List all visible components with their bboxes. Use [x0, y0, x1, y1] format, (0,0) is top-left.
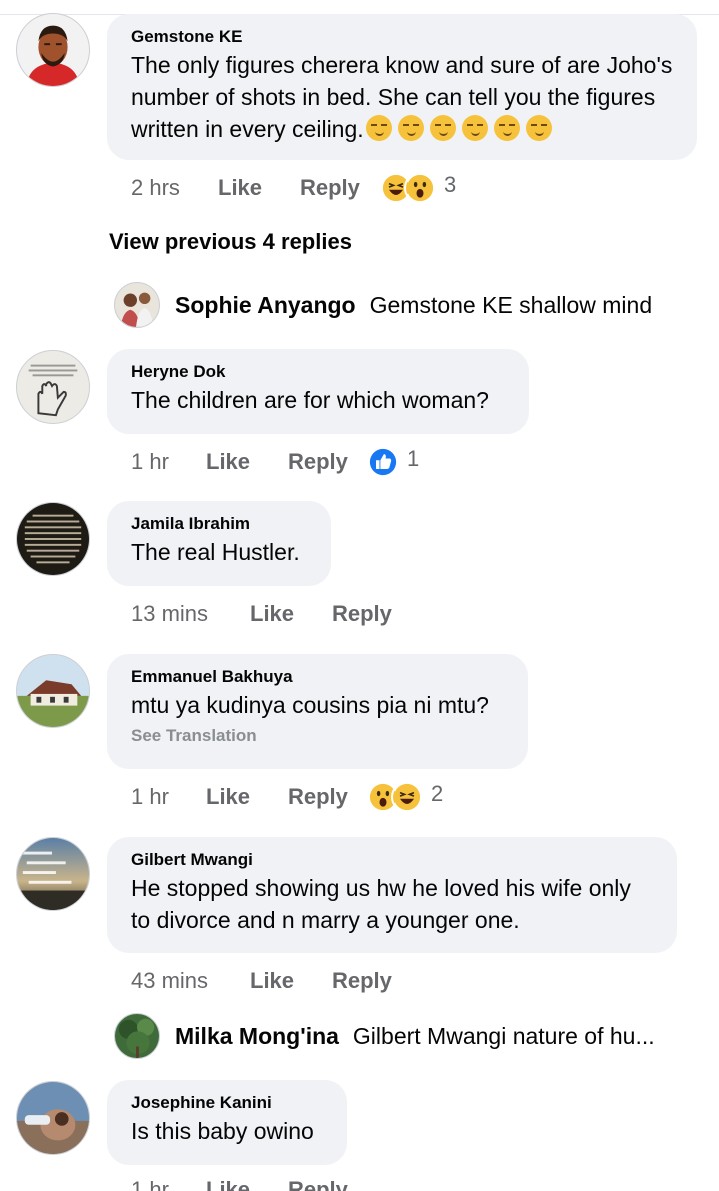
comment-author[interactable]: Emmanuel Bakhuya	[131, 667, 504, 687]
reaction-summary[interactable]: 2	[367, 781, 443, 813]
comment-author[interactable]: Josephine Kanini	[131, 1093, 323, 1113]
like-button[interactable]: Like	[206, 449, 288, 475]
reply-preview[interactable]: Milka Mong'ina Gilbert Mwangi nature of …	[114, 1013, 674, 1059]
avatar[interactable]	[114, 282, 160, 328]
comment-actions: 1 hr Like Reply 1	[131, 446, 419, 478]
smirk-face-icon	[429, 115, 456, 141]
haha-reaction-icon	[391, 781, 423, 813]
reply-button[interactable]: Reply	[288, 449, 367, 475]
like-button[interactable]: Like	[218, 175, 300, 201]
comment-text: mtu ya kudinya cousins pia ni mtu?	[131, 692, 489, 718]
comment-author[interactable]: Gemstone KE	[131, 27, 673, 47]
like-button[interactable]: Like	[206, 1177, 288, 1191]
smirk-face-icon	[365, 115, 392, 141]
reaction-count: 3	[444, 172, 457, 197]
comment-author[interactable]: Gilbert Mwangi	[131, 850, 653, 870]
reaction-summary[interactable]: 1	[367, 446, 419, 478]
avatar[interactable]	[16, 1081, 90, 1155]
reply-preview[interactable]: Sophie Anyango Gemstone KE shallow mind	[114, 282, 652, 328]
reply-button[interactable]: Reply	[300, 175, 380, 201]
comment-author[interactable]: Jamila Ibrahim	[131, 514, 307, 534]
comment-bubble[interactable]: Josephine Kanini Is this baby owino	[107, 1080, 347, 1165]
like-reaction-icon	[367, 446, 399, 478]
wow-reaction-icon	[404, 172, 436, 204]
reply-author[interactable]: Sophie Anyango	[175, 292, 356, 319]
comment-time[interactable]: 1 hr	[131, 449, 206, 475]
see-translation-link[interactable]: See Translation	[131, 725, 504, 747]
reaction-count: 2	[431, 781, 444, 806]
comment-actions: 1 hr Like Reply 2	[131, 781, 443, 813]
like-button[interactable]: Like	[250, 601, 332, 627]
avatar[interactable]	[16, 654, 90, 728]
comment-text: He stopped showing us hw he loved his wi…	[131, 875, 631, 933]
emoji-suffix	[365, 115, 558, 142]
comment-text: Is this baby owino	[131, 1118, 314, 1144]
smirk-face-icon	[525, 115, 552, 141]
reply-button[interactable]: Reply	[288, 784, 367, 810]
reaction-count: 1	[407, 446, 420, 471]
reply-author[interactable]: Milka Mong'ina	[175, 1023, 339, 1050]
reply-button[interactable]: Reply	[332, 601, 412, 627]
comment-bubble[interactable]: Jamila Ibrahim The real Hustler.	[107, 501, 331, 586]
reaction-summary[interactable]: 3	[380, 172, 456, 204]
comment-bubble[interactable]: Heryne Dok The children are for which wo…	[107, 349, 529, 434]
comment-time[interactable]: 2 hrs	[131, 175, 218, 201]
view-previous-replies-link[interactable]: View previous 4 replies	[109, 229, 352, 255]
reply-button[interactable]: Reply	[332, 968, 412, 994]
comment-time[interactable]: 13 mins	[131, 601, 250, 627]
comment-text: The real Hustler.	[131, 539, 300, 565]
avatar[interactable]	[114, 1013, 160, 1059]
reply-text: Gilbert Mwangi nature of hu...	[352, 1022, 655, 1049]
smirk-face-icon	[493, 115, 520, 141]
comment-bubble[interactable]: Emmanuel Bakhuya mtu ya kudinya cousins …	[107, 654, 528, 769]
comment-bubble[interactable]: Gemstone KE The only figures cherera kno…	[107, 14, 697, 160]
like-button[interactable]: Like	[206, 784, 288, 810]
like-button[interactable]: Like	[250, 968, 332, 994]
comment-text: The only figures cherera know and sure o…	[131, 52, 673, 142]
comment-time[interactable]: 1 hr	[131, 784, 206, 810]
comment-time[interactable]: 43 mins	[131, 968, 250, 994]
avatar[interactable]	[16, 350, 90, 424]
comment-actions: 13 mins Like Reply	[131, 599, 412, 629]
reply-text: Gemstone KE shallow mind	[369, 291, 653, 318]
comment-bubble[interactable]: Gilbert Mwangi He stopped showing us hw …	[107, 837, 677, 953]
smirk-face-icon	[461, 115, 488, 141]
smirk-face-icon	[397, 115, 424, 141]
comment-text: The children are for which woman?	[131, 387, 489, 413]
avatar[interactable]	[16, 502, 90, 576]
comment-actions: 2 hrs Like Reply 3	[131, 172, 456, 204]
comment-time[interactable]: 1 hr	[131, 1177, 206, 1191]
reply-button[interactable]: Reply	[288, 1177, 368, 1191]
comment-actions: 43 mins Like Reply	[131, 966, 412, 996]
comment-actions: 1 hr Like Reply	[131, 1175, 368, 1191]
comment-author[interactable]: Heryne Dok	[131, 362, 505, 382]
avatar[interactable]	[16, 13, 90, 87]
avatar[interactable]	[16, 837, 90, 911]
